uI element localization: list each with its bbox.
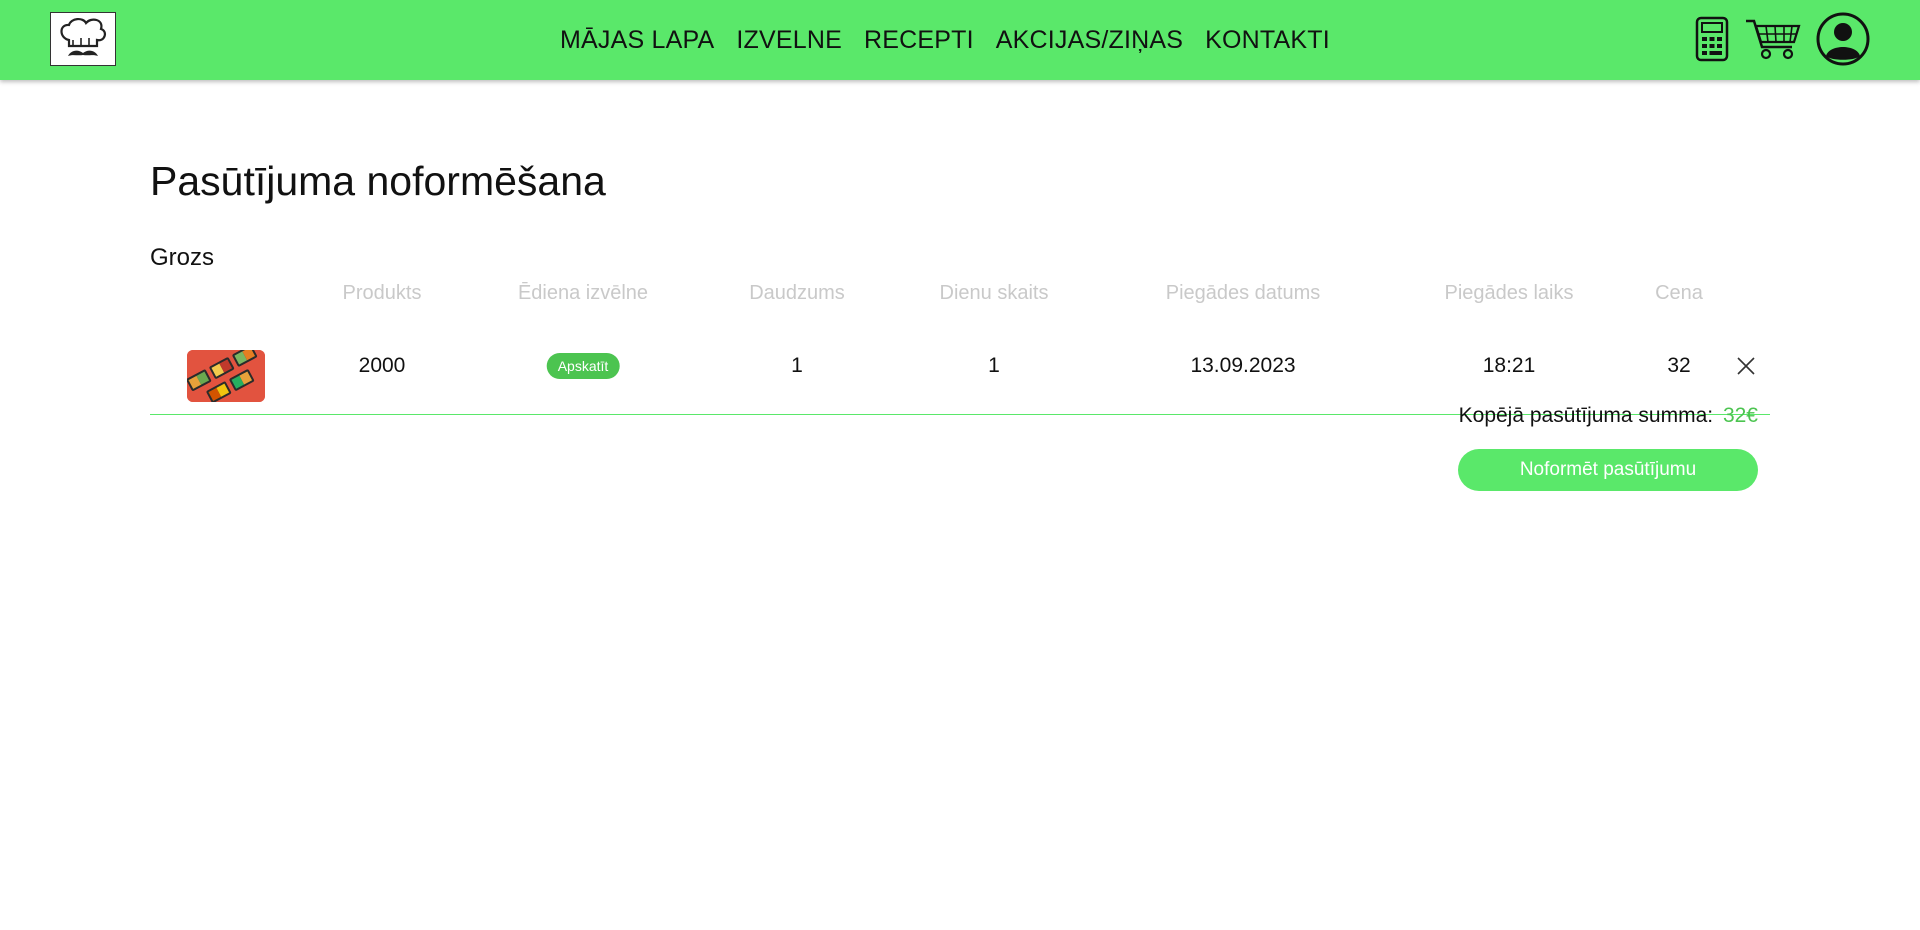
order-total: Kopējā pasūtījuma summa: 32€ (1459, 404, 1758, 428)
nav-item-menu[interactable]: IZVELNE (736, 26, 842, 55)
main-navigation: MĀJAS LAPA IZVELNE RECEPTI AKCIJAS/ZIŅAS… (560, 0, 1330, 80)
column-header-menu: Ēdiena izvēlne (517, 282, 649, 304)
header-icons (1694, 10, 1870, 68)
column-header-days: Dienu skaits (939, 282, 1049, 304)
column-header-price: Cena (1655, 282, 1703, 304)
user-icon[interactable] (1816, 12, 1870, 66)
nav-item-contacts[interactable]: KONTAKTI (1205, 26, 1330, 55)
days-value: 1 (988, 354, 1000, 377)
cart-heading: Grozs (150, 244, 215, 271)
chef-hat-icon (60, 18, 107, 56)
calculator-icon[interactable] (1694, 16, 1730, 62)
order-total-label: Kopējā pasūtījuma summa: (1458, 404, 1714, 427)
nav-item-home[interactable]: MĀJAS LAPA (560, 26, 714, 55)
submit-order-button[interactable]: Noformēt pasūtījumu (1458, 449, 1758, 491)
page-title: Pasūtījuma noformēšana (150, 158, 606, 204)
menu-cell: Apskatīt (546, 353, 620, 379)
nav-item-promotions[interactable]: AKCIJAS/ZIŅAS (996, 26, 1183, 55)
view-menu-button[interactable]: Apskatīt (546, 353, 620, 379)
column-header-delivery-date: Piegādes datums (1165, 282, 1321, 304)
nav-item-recipes[interactable]: RECEPTI (864, 26, 974, 55)
price-value: 32 (1667, 354, 1691, 377)
top-navigation-bar: MĀJAS LAPA IZVELNE RECEPTI AKCIJAS/ZIŅAS… (0, 0, 1920, 80)
order-total-amount: 32€ (1722, 404, 1758, 427)
table-header: Produkts Ēdiena izvēlne Daudzums Dienu s… (150, 280, 1770, 310)
chef-logo[interactable] (50, 12, 116, 66)
product-image (187, 350, 265, 402)
remove-item-icon[interactable] (1736, 356, 1756, 376)
cart-table: Produkts Ēdiena izvēlne Daudzums Dienu s… (150, 280, 1770, 415)
product-value: 2000 (358, 354, 406, 377)
cart-icon[interactable] (1744, 17, 1802, 61)
column-header-product: Produkts (342, 282, 422, 304)
column-header-delivery-time: Piegādes laiks (1444, 282, 1574, 304)
delivery-date-value: 13.09.2023 (1190, 354, 1296, 377)
delivery-time-value: 18:21 (1482, 354, 1536, 377)
table-row: 2000 Apskatīt 1 1 13.09.2023 18:21 32 (150, 310, 1770, 415)
quantity-value: 1 (791, 354, 803, 377)
column-header-quantity: Daudzums (749, 282, 845, 304)
